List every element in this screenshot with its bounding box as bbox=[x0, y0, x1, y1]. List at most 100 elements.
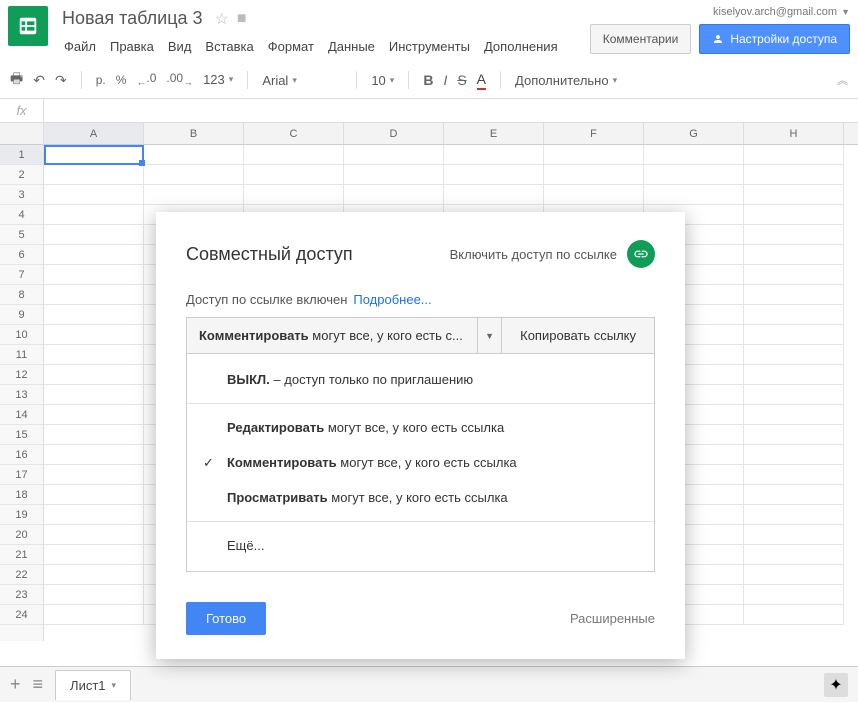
cell[interactable] bbox=[544, 185, 644, 205]
cell[interactable] bbox=[744, 285, 844, 305]
cell[interactable] bbox=[44, 205, 144, 225]
cell[interactable] bbox=[744, 325, 844, 345]
sheets-logo[interactable] bbox=[8, 6, 48, 46]
cell[interactable] bbox=[44, 505, 144, 525]
row-header[interactable]: 16 bbox=[0, 445, 43, 465]
permission-select[interactable]: Комментировать могут все, у кого есть с.… bbox=[187, 318, 478, 353]
print-icon[interactable]: 🖶 bbox=[10, 68, 23, 92]
cell[interactable] bbox=[744, 365, 844, 385]
cell[interactable] bbox=[744, 345, 844, 365]
cell[interactable] bbox=[544, 165, 644, 185]
cell[interactable] bbox=[744, 605, 844, 625]
cell[interactable] bbox=[44, 565, 144, 585]
menu-addons[interactable]: Дополнения bbox=[478, 35, 564, 58]
row-header[interactable]: 4 bbox=[0, 205, 43, 225]
cell[interactable] bbox=[144, 185, 244, 205]
cell[interactable] bbox=[444, 165, 544, 185]
cell[interactable] bbox=[744, 405, 844, 425]
column-header[interactable]: F bbox=[544, 123, 644, 144]
cell[interactable] bbox=[744, 165, 844, 185]
cell[interactable] bbox=[44, 425, 144, 445]
cell[interactable] bbox=[644, 145, 744, 165]
menu-edit[interactable]: Правка bbox=[104, 35, 160, 58]
cell[interactable] bbox=[144, 145, 244, 165]
cell[interactable] bbox=[44, 225, 144, 245]
collapse-toolbar-icon[interactable]: ︽ bbox=[837, 72, 848, 88]
menu-file[interactable]: Файл bbox=[58, 35, 102, 58]
star-icon[interactable]: ☆ bbox=[215, 9, 229, 29]
percent-format[interactable]: % bbox=[116, 73, 127, 87]
cell[interactable] bbox=[744, 305, 844, 325]
row-header[interactable]: 2 bbox=[0, 165, 43, 185]
cell[interactable] bbox=[744, 225, 844, 245]
bold-icon[interactable]: B bbox=[423, 72, 433, 88]
cell[interactable] bbox=[44, 185, 144, 205]
cell[interactable] bbox=[44, 305, 144, 325]
cell[interactable] bbox=[44, 385, 144, 405]
menu-insert[interactable]: Вставка bbox=[199, 35, 259, 58]
done-button[interactable]: Готово bbox=[186, 602, 266, 635]
font-select[interactable]: Arial▾ bbox=[262, 73, 342, 88]
cell[interactable] bbox=[44, 465, 144, 485]
more-formatting[interactable]: Дополнительно▾ bbox=[515, 73, 617, 88]
column-header[interactable]: A bbox=[44, 123, 144, 144]
number-format-select[interactable]: 123▾ bbox=[203, 72, 233, 87]
cell[interactable] bbox=[744, 265, 844, 285]
cell[interactable] bbox=[44, 485, 144, 505]
decimal-increase[interactable]: .00→ bbox=[166, 71, 193, 88]
row-header[interactable]: 24 bbox=[0, 605, 43, 625]
decimal-decrease[interactable]: ←.0 bbox=[136, 71, 156, 88]
row-header[interactable]: 23 bbox=[0, 585, 43, 605]
column-header[interactable]: C bbox=[244, 123, 344, 144]
row-header[interactable]: 19 bbox=[0, 505, 43, 525]
cell[interactable] bbox=[44, 445, 144, 465]
cell[interactable] bbox=[544, 145, 644, 165]
all-sheets-icon[interactable]: ≡ bbox=[33, 674, 44, 695]
cell[interactable] bbox=[44, 145, 144, 165]
italic-icon[interactable]: I bbox=[443, 72, 447, 88]
comments-button[interactable]: Комментарии bbox=[590, 24, 692, 54]
strike-icon[interactable]: S bbox=[457, 72, 466, 88]
column-header[interactable]: H bbox=[744, 123, 844, 144]
cell[interactable] bbox=[244, 165, 344, 185]
user-email[interactable]: kiselyov.arch@gmail.com▼ bbox=[713, 6, 850, 18]
cell[interactable] bbox=[744, 505, 844, 525]
cell[interactable] bbox=[744, 425, 844, 445]
folder-icon[interactable]: ■ bbox=[237, 10, 247, 28]
explore-button[interactable]: ✦ bbox=[824, 673, 848, 697]
cell[interactable] bbox=[144, 165, 244, 185]
row-header[interactable]: 12 bbox=[0, 365, 43, 385]
cell[interactable] bbox=[644, 185, 744, 205]
row-header[interactable]: 1 bbox=[0, 145, 43, 165]
cell[interactable] bbox=[744, 525, 844, 545]
row-header[interactable]: 5 bbox=[0, 225, 43, 245]
cell[interactable] bbox=[344, 165, 444, 185]
cell[interactable] bbox=[44, 345, 144, 365]
advanced-link[interactable]: Расширенные bbox=[570, 611, 655, 626]
column-header[interactable]: E bbox=[444, 123, 544, 144]
row-header[interactable]: 3 bbox=[0, 185, 43, 205]
formula-input[interactable] bbox=[44, 99, 858, 122]
cell[interactable] bbox=[44, 285, 144, 305]
cell[interactable] bbox=[744, 145, 844, 165]
menu-data[interactable]: Данные bbox=[322, 35, 381, 58]
cell[interactable] bbox=[744, 465, 844, 485]
option-edit[interactable]: Редактировать могут все, у кого есть ссы… bbox=[187, 410, 654, 445]
cell[interactable] bbox=[44, 545, 144, 565]
cell[interactable] bbox=[44, 605, 144, 625]
add-sheet-icon[interactable]: + bbox=[10, 674, 21, 695]
cell[interactable] bbox=[44, 365, 144, 385]
row-header[interactable]: 20 bbox=[0, 525, 43, 545]
row-header[interactable]: 18 bbox=[0, 485, 43, 505]
cell[interactable] bbox=[744, 205, 844, 225]
row-header[interactable]: 21 bbox=[0, 545, 43, 565]
menu-view[interactable]: Вид bbox=[162, 35, 198, 58]
cell[interactable] bbox=[44, 405, 144, 425]
row-header[interactable]: 17 bbox=[0, 465, 43, 485]
column-header[interactable]: D bbox=[344, 123, 444, 144]
row-header[interactable]: 15 bbox=[0, 425, 43, 445]
select-all-corner[interactable] bbox=[0, 123, 43, 145]
cell[interactable] bbox=[744, 485, 844, 505]
row-header[interactable]: 14 bbox=[0, 405, 43, 425]
font-size-select[interactable]: 10▾ bbox=[371, 73, 394, 88]
